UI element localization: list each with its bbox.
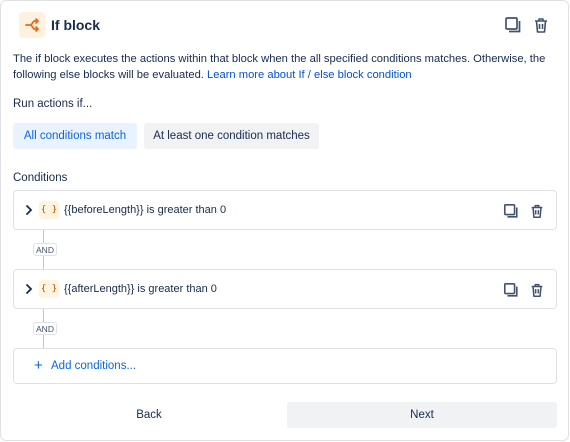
condition-actions — [501, 201, 547, 221]
chevron-right-icon[interactable] — [23, 204, 35, 216]
condition-text: {{beforeLength}} is greater than 0 — [64, 204, 227, 216]
variable-icon: { } — [39, 201, 59, 219]
back-button[interactable]: Back — [13, 402, 285, 428]
variable-icon: { } — [39, 280, 59, 298]
add-conditions-label: Add conditions... — [51, 360, 137, 372]
trash-icon[interactable] — [527, 280, 547, 300]
plus-icon: + — [34, 357, 43, 374]
panel-title: If block — [51, 17, 101, 33]
duplicate-icon[interactable] — [501, 280, 521, 300]
branch-icon — [19, 12, 45, 38]
run-actions-label: Run actions if... — [13, 98, 93, 110]
panel-header: If block — [13, 9, 551, 41]
condition-actions — [501, 280, 547, 300]
condition-row[interactable]: { } {{afterLength}} is greater than 0 — [13, 269, 557, 309]
any-condition-option[interactable]: At least one condition matches — [144, 123, 319, 149]
and-badge: AND — [33, 243, 57, 256]
next-button[interactable]: Next — [287, 402, 557, 428]
trash-icon[interactable] — [527, 201, 547, 221]
all-conditions-option[interactable]: All conditions match — [13, 123, 137, 149]
header-actions — [503, 15, 551, 35]
duplicate-icon[interactable] — [501, 201, 521, 221]
description: The if block executes the actions within… — [13, 51, 553, 83]
and-badge: AND — [33, 322, 57, 335]
if-block-panel: If block The if block executes the actio… — [0, 0, 569, 441]
conditions-label: Conditions — [13, 172, 68, 184]
duplicate-icon[interactable] — [503, 15, 523, 35]
learn-more-link[interactable]: Learn more about If / else block conditi… — [207, 69, 412, 81]
condition-text: {{afterLength}} is greater than 0 — [64, 283, 217, 295]
trash-icon[interactable] — [531, 15, 551, 35]
chevron-right-icon[interactable] — [23, 283, 35, 295]
condition-row[interactable]: { } {{beforeLength}} is greater than 0 — [13, 190, 557, 230]
add-conditions-button[interactable]: + Add conditions... — [13, 348, 557, 384]
